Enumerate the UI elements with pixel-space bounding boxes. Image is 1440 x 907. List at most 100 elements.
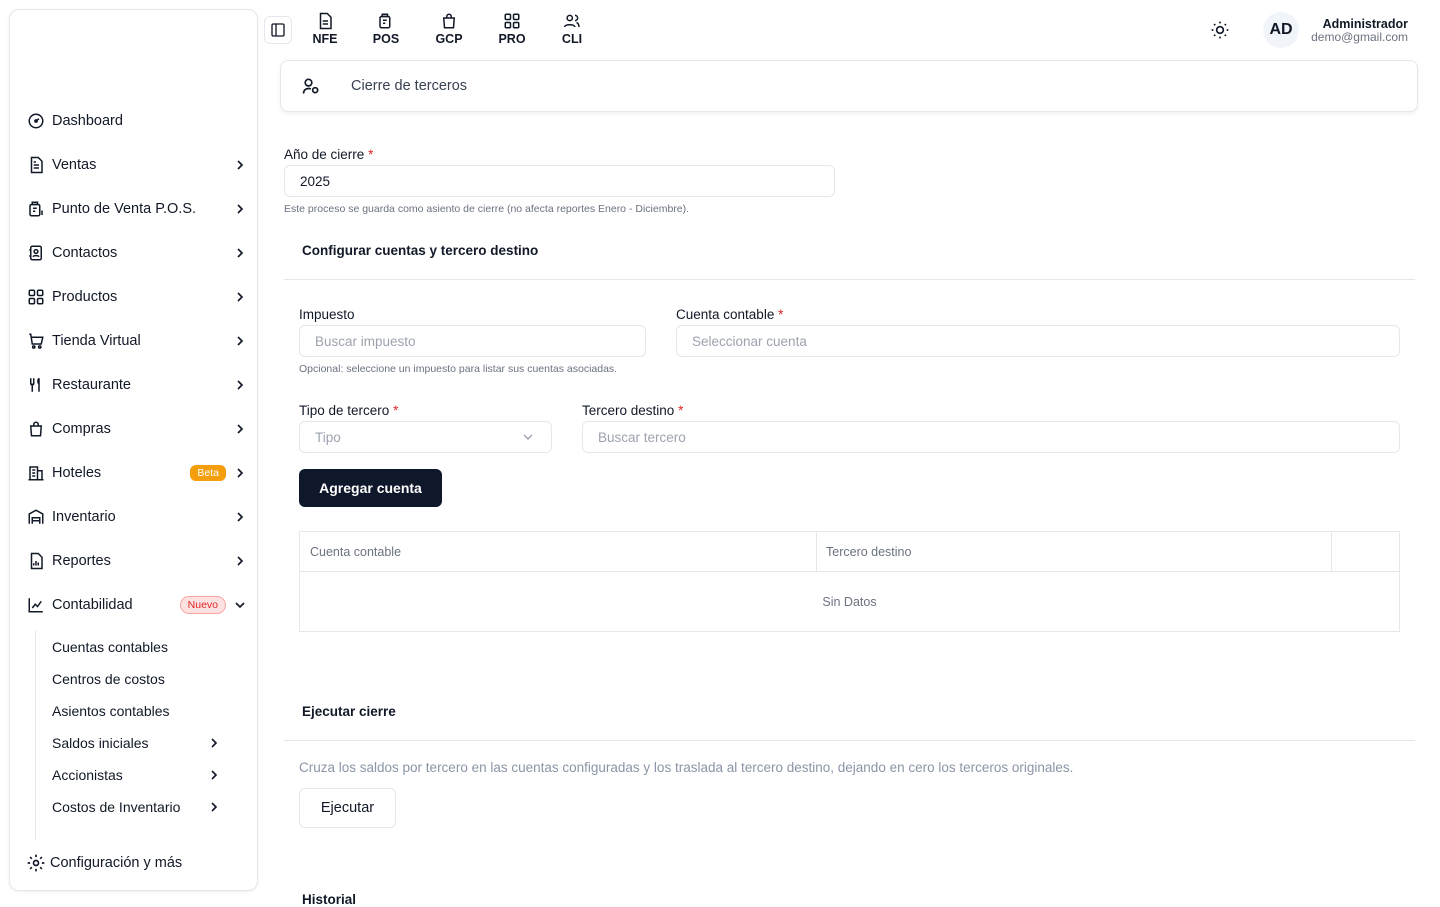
sidebar-item-productos[interactable]: Productos: [26, 281, 248, 313]
year-hint: Este proceso se guarda como asiento de c…: [284, 203, 690, 215]
sidebar-item-hoteles[interactable]: Hoteles Beta: [26, 457, 248, 489]
year-label-text: Año de cierre: [284, 147, 365, 162]
submenu-item-asientos-contables[interactable]: Asientos contables: [52, 698, 222, 724]
pos-icon: [26, 199, 46, 219]
warehouse-icon: [26, 507, 46, 527]
year-label: Año de cierre *: [284, 147, 373, 162]
document-icon: [26, 155, 46, 175]
avatar[interactable]: AD: [1263, 12, 1299, 48]
sun-icon: [1210, 20, 1230, 40]
chevron-right-icon: [232, 201, 248, 217]
submenu-item-centros-de-costos[interactable]: Centros de costos: [52, 666, 222, 692]
grid-icon: [26, 287, 46, 307]
third-type-placeholder: Tipo: [315, 429, 341, 445]
sidebar-item-configuracion[interactable]: Configuración y más: [26, 850, 182, 876]
submenu-item-cuentas-contables[interactable]: Cuentas contables: [52, 634, 222, 660]
tax-search-input[interactable]: Buscar impuesto: [299, 325, 646, 357]
target-search-input[interactable]: Buscar tercero: [582, 421, 1400, 453]
sidebar-item-label: Productos: [52, 289, 118, 305]
page-header-card: Cierre de terceros: [280, 60, 1418, 112]
sidebar-item-label: Punto de Venta P.O.S.: [52, 201, 197, 217]
gauge-icon: [26, 111, 46, 131]
submenu-item-label: Accionistas: [52, 767, 123, 783]
sidebar-footer-label: Configuración y más: [50, 855, 183, 871]
submenu-item-accionistas[interactable]: Accionistas: [52, 762, 222, 788]
submenu-item-saldos-iniciales[interactable]: Saldos iniciales: [52, 730, 222, 756]
module-tab-label: GCP: [435, 32, 463, 46]
sidebar-item-label: Hoteles: [52, 465, 102, 481]
chevron-right-icon: [232, 465, 248, 481]
target-label: Tercero destino *: [582, 403, 683, 418]
target-placeholder: Buscar tercero: [598, 429, 686, 445]
submenu-item-label: Costos de Inventario: [52, 799, 181, 815]
user-info[interactable]: Administrador demo@gmail.com: [1311, 17, 1408, 44]
beta-badge: Beta: [190, 465, 226, 481]
required-mark: *: [368, 147, 374, 162]
sidebar-item-compras[interactable]: Compras: [26, 413, 248, 445]
module-tab-pro[interactable]: PRO: [490, 12, 534, 50]
chevron-down-icon: [232, 597, 248, 613]
sidebar-panel-icon: [270, 22, 286, 38]
table-header-account: Cuenta contable: [310, 545, 402, 559]
chevron-right-icon: [206, 735, 222, 751]
execute-button[interactable]: Ejecutar: [299, 788, 396, 828]
account-label-text: Cuenta contable: [676, 307, 775, 322]
shopping-bag-icon: [26, 419, 46, 439]
sidebar-item-label: Reportes: [52, 553, 111, 569]
module-tab-nfe[interactable]: NFE: [303, 12, 347, 50]
accounts-table: Cuenta contable Tercero destino Sin Dato…: [299, 531, 1400, 632]
year-value: 2025: [300, 173, 331, 189]
third-type-select[interactable]: Tipo: [299, 421, 552, 453]
required-mark: *: [678, 403, 684, 418]
document-icon: [316, 12, 334, 30]
module-tab-gcp[interactable]: GCP: [427, 12, 471, 50]
chevron-right-icon: [206, 799, 222, 815]
module-tab-label: PRO: [498, 32, 526, 46]
logo-area: [10, 10, 257, 102]
sidebar-item-contabilidad[interactable]: Contabilidad Nuevo: [26, 589, 248, 621]
module-tab-label: NFE: [312, 32, 338, 46]
account-label: Cuenta contable *: [676, 307, 783, 322]
user-name: Administrador: [1322, 17, 1408, 31]
config-section-title: Configurar cuentas y tercero destino: [302, 243, 539, 258]
theme-toggle-button[interactable]: [1208, 18, 1232, 42]
chevron-down-icon: [520, 429, 536, 445]
grid-icon: [503, 12, 521, 30]
account-select[interactable]: Seleccionar cuenta: [676, 325, 1400, 357]
contacts-icon: [26, 243, 46, 263]
submenu-item-label: Cuentas contables: [52, 639, 168, 655]
pos-icon: [377, 12, 395, 30]
module-tab-pos[interactable]: POS: [364, 12, 408, 50]
sidebar-item-label: Inventario: [52, 509, 116, 525]
sidebar-toggle-button[interactable]: [264, 16, 292, 44]
page-title: Cierre de terceros: [351, 78, 468, 94]
sidebar-item-label: Dashboard: [52, 113, 123, 129]
module-tab-cli[interactable]: CLI: [550, 12, 594, 50]
sidebar-item-label: Tienda Virtual: [52, 333, 141, 349]
submenu-item-costos-de-inventario[interactable]: Costos de Inventario: [52, 794, 222, 820]
chevron-right-icon: [232, 509, 248, 525]
sidebar-item-contactos[interactable]: Contactos: [26, 237, 248, 269]
sidebar-item-tienda-virtual[interactable]: Tienda Virtual: [26, 325, 248, 357]
sidebar-item-ventas[interactable]: Ventas: [26, 149, 248, 181]
module-tab-label: POS: [372, 32, 400, 46]
sidebar-item-pos[interactable]: Punto de Venta P.O.S.: [26, 193, 248, 225]
third-type-label-text: Tipo de tercero: [299, 403, 390, 418]
submenu-item-label: Asientos contables: [52, 703, 170, 719]
target-label-text: Tercero destino: [582, 403, 675, 418]
submenu-item-label: Centros de costos: [52, 671, 165, 687]
gear-icon: [26, 853, 46, 873]
table-empty-state: Sin Datos: [822, 595, 877, 609]
tax-placeholder: Buscar impuesto: [315, 333, 416, 349]
sidebar-item-reportes[interactable]: Reportes: [26, 545, 248, 577]
chevron-right-icon: [232, 157, 248, 173]
sidebar-item-inventario[interactable]: Inventario: [26, 501, 248, 533]
add-account-button[interactable]: Agregar cuenta: [299, 469, 442, 507]
submenu-guide-line: [35, 630, 36, 840]
chevron-right-icon: [232, 553, 248, 569]
module-tab-label: CLI: [561, 32, 583, 46]
year-input[interactable]: 2025: [284, 165, 835, 197]
sidebar-item-restaurante[interactable]: Restaurante: [26, 369, 248, 401]
sidebar-item-dashboard[interactable]: Dashboard: [26, 105, 248, 137]
shopping-bag-icon: [440, 12, 458, 30]
